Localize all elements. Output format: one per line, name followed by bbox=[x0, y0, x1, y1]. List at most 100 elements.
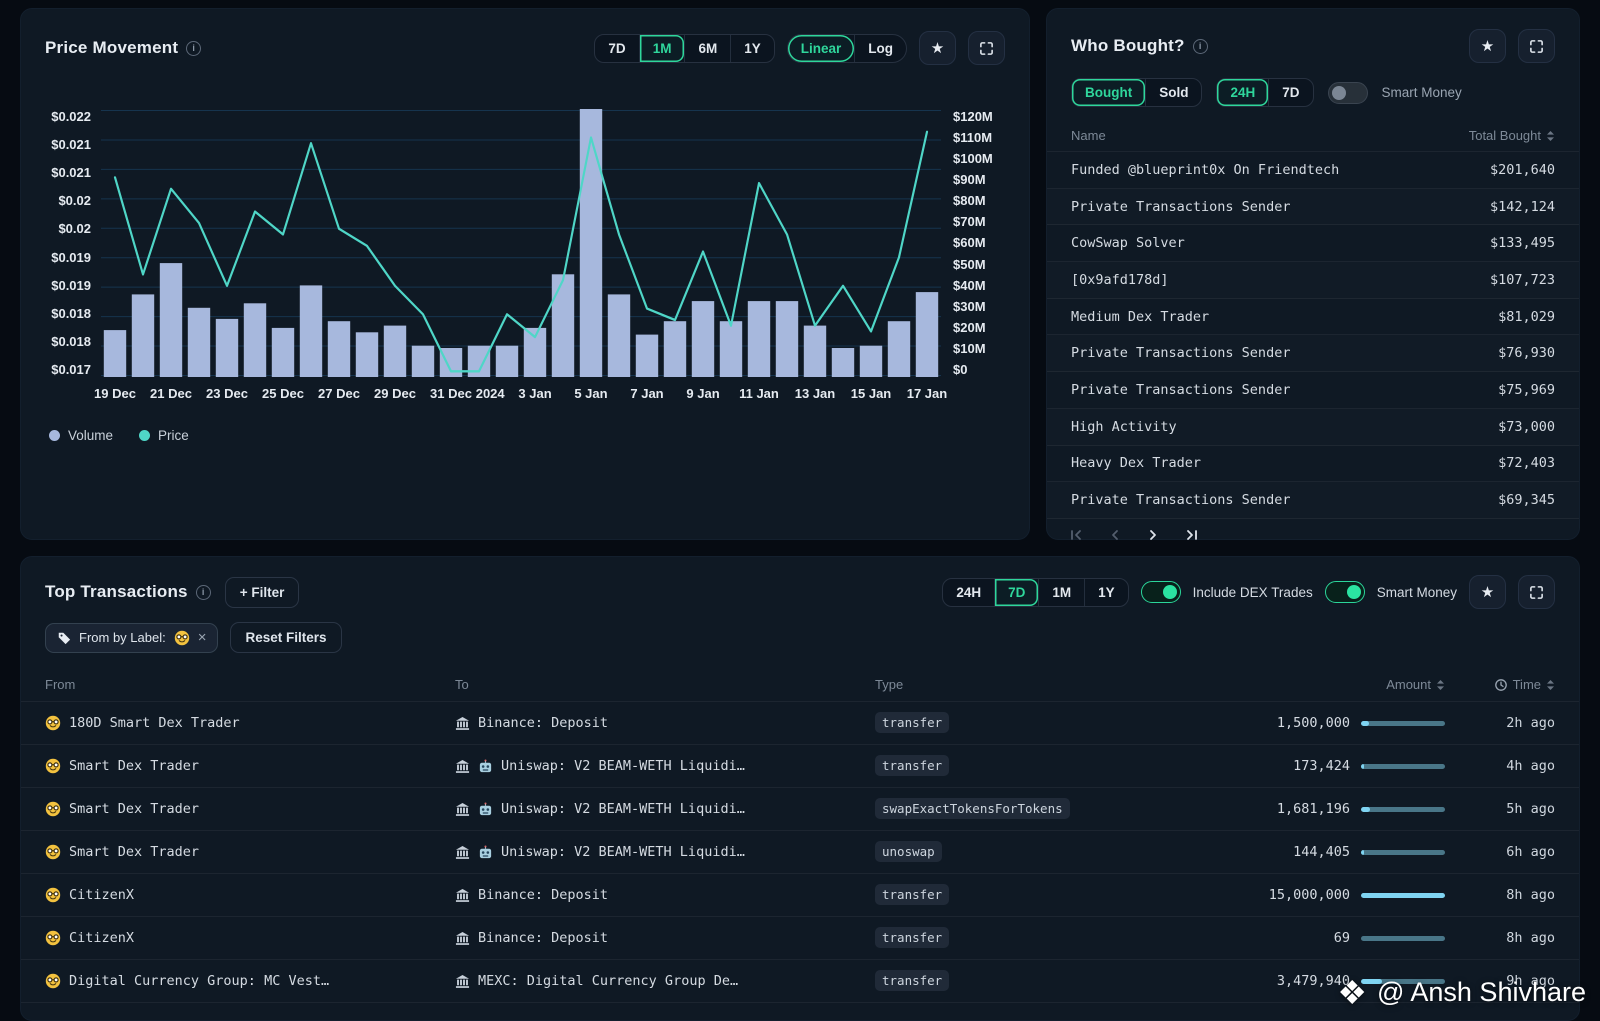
from-cell: Digital Currency Group: MC Vest… bbox=[45, 973, 455, 989]
from-cell: CitizenX bbox=[45, 930, 455, 946]
scale-log[interactable]: Log bbox=[854, 35, 906, 62]
favorite-button[interactable]: ★ bbox=[919, 31, 956, 65]
transaction-row[interactable]: Digital Currency Group: MC Vest…MEXC: Di… bbox=[21, 960, 1579, 1003]
column-amount[interactable]: Amount bbox=[1386, 677, 1445, 692]
add-filter-button[interactable]: + Filter bbox=[225, 577, 300, 608]
range-1y[interactable]: 1Y bbox=[730, 35, 774, 62]
from-label: CitizenX bbox=[69, 930, 134, 946]
star-icon: ★ bbox=[931, 39, 944, 57]
amount-cell: 173,424 bbox=[1180, 758, 1445, 774]
volume-tick-label: $20M bbox=[953, 320, 986, 335]
who-bought-title: Who Bought? bbox=[1071, 36, 1185, 56]
to-label: Uniswap: V2 BEAM-WETH Liquidi… bbox=[501, 758, 745, 774]
volume-bar bbox=[608, 294, 630, 377]
from-by-label-filter-chip[interactable]: From by Label: × bbox=[45, 623, 218, 653]
fullscreen-button[interactable] bbox=[1518, 29, 1555, 63]
transaction-row[interactable]: CitizenXBinance: Deposittransfer698h ago bbox=[21, 917, 1579, 960]
price-movement-header: Price Movement i 7D1M6M1Y LinearLog ★ bbox=[45, 31, 1005, 65]
who-bought-row[interactable]: Private Transactions Sender$69,345 bbox=[1047, 482, 1579, 519]
favorite-button[interactable]: ★ bbox=[1469, 575, 1506, 609]
include-dex-trades-toggle[interactable] bbox=[1141, 581, 1181, 603]
amount-cell: 144,405 bbox=[1180, 844, 1445, 860]
sort-icon bbox=[1436, 679, 1445, 691]
robot-icon bbox=[478, 759, 493, 774]
next-page-button[interactable] bbox=[1146, 528, 1160, 542]
tx-range-24h[interactable]: 24H bbox=[943, 579, 994, 606]
tx-range-1m[interactable]: 1M bbox=[1038, 579, 1084, 606]
tx-range-1y[interactable]: 1Y bbox=[1084, 579, 1128, 606]
smart-money-toggle[interactable] bbox=[1325, 581, 1365, 603]
who-bought-table-header: Name Total Bought bbox=[1047, 120, 1579, 152]
tx-range-7d[interactable]: 7D bbox=[994, 579, 1038, 606]
volume-bar bbox=[440, 348, 462, 377]
info-icon[interactable]: i bbox=[196, 585, 211, 600]
to-label: Binance: Deposit bbox=[478, 930, 608, 946]
volume-tick-label: $40M bbox=[953, 278, 986, 293]
type-badge: transfer bbox=[875, 755, 949, 776]
who-bought-row[interactable]: Private Transactions Sender$142,124 bbox=[1047, 189, 1579, 226]
from-label: Smart Dex Trader bbox=[69, 801, 199, 817]
who-bought-row[interactable]: Private Transactions Sender$76,930 bbox=[1047, 335, 1579, 372]
fullscreen-button[interactable] bbox=[1518, 575, 1555, 609]
fullscreen-button[interactable] bbox=[968, 31, 1005, 65]
transaction-row[interactable]: Smart Dex TraderUniswap: V2 BEAM-WETH Li… bbox=[21, 831, 1579, 874]
chart-canvas bbox=[101, 109, 941, 377]
to-cell: Binance: Deposit bbox=[455, 715, 875, 731]
reset-filters-button[interactable]: Reset Filters bbox=[230, 622, 341, 653]
smart-money-face-icon bbox=[45, 973, 61, 989]
remove-filter-icon[interactable]: × bbox=[198, 630, 207, 645]
amount-bar-fill bbox=[1361, 764, 1364, 769]
volume-tick-label: $110M bbox=[953, 130, 992, 145]
last-page-button[interactable] bbox=[1184, 528, 1199, 542]
column-time[interactable]: Time bbox=[1494, 677, 1555, 692]
legend-price[interactable]: Price bbox=[139, 428, 189, 443]
transaction-row[interactable]: Smart Dex TraderUniswap: V2 BEAM-WETH Li… bbox=[21, 745, 1579, 788]
smart-money-toggle[interactable] bbox=[1328, 82, 1368, 104]
total-bought-value: $76,930 bbox=[1498, 345, 1555, 361]
amount-value: 1,500,000 bbox=[1277, 715, 1350, 731]
volume-bar bbox=[384, 326, 406, 377]
range-1m[interactable]: 1M bbox=[639, 35, 685, 62]
transaction-row[interactable]: Smart Dex TraderUniswap: V2 BEAM-WETH Li… bbox=[21, 788, 1579, 831]
total-bought-value: $142,124 bbox=[1490, 199, 1555, 215]
date-tick-label: 3 Jan bbox=[518, 386, 551, 401]
who-bought-row[interactable]: [0x9afd178d]$107,723 bbox=[1047, 262, 1579, 299]
top-transactions-panel: Top Transactions i + Filter 24H7D1M1Y In… bbox=[20, 556, 1580, 1021]
range-6m[interactable]: 6M bbox=[684, 35, 730, 62]
prev-page-button[interactable] bbox=[1108, 528, 1122, 542]
transactions-range-segment: 24H7D1M1Y bbox=[942, 578, 1128, 607]
wb-range-7d[interactable]: 7D bbox=[1268, 79, 1312, 106]
range-7d[interactable]: 7D bbox=[595, 35, 638, 62]
bought-sold-segment: BoughtSold bbox=[1071, 78, 1202, 107]
scale-linear[interactable]: Linear bbox=[788, 35, 855, 62]
who-bought-panel: Who Bought? i ★ BoughtSold 24H7D bbox=[1046, 8, 1580, 540]
column-total-bought[interactable]: Total Bought bbox=[1469, 128, 1555, 143]
info-icon[interactable]: i bbox=[186, 41, 201, 56]
side-sold[interactable]: Sold bbox=[1145, 79, 1201, 106]
first-page-button[interactable] bbox=[1069, 528, 1084, 542]
who-bought-rows: Funded @blueprint0x On Friendtech$201,64… bbox=[1047, 152, 1579, 519]
who-bought-row[interactable]: Heavy Dex Trader$72,403 bbox=[1047, 446, 1579, 483]
from-cell: Smart Dex Trader bbox=[45, 801, 455, 817]
who-bought-row[interactable]: Medium Dex Trader$81,029 bbox=[1047, 299, 1579, 336]
fullscreen-icon bbox=[979, 41, 994, 56]
transaction-row[interactable]: CitizenXBinance: Deposittransfer15,000,0… bbox=[21, 874, 1579, 917]
volume-bar bbox=[636, 335, 658, 377]
date-tick-label: 25 Dec bbox=[262, 386, 304, 401]
from-label: Digital Currency Group: MC Vest… bbox=[69, 973, 329, 989]
price-movement-title: Price Movement bbox=[45, 38, 178, 58]
info-icon[interactable]: i bbox=[1193, 39, 1208, 54]
who-bought-row[interactable]: Private Transactions Sender$75,969 bbox=[1047, 372, 1579, 409]
who-bought-row[interactable]: High Activity$73,000 bbox=[1047, 409, 1579, 446]
volume-bar bbox=[132, 294, 154, 377]
legend-volume[interactable]: Volume bbox=[49, 428, 113, 443]
favorite-button[interactable]: ★ bbox=[1469, 29, 1506, 63]
who-bought-row[interactable]: Funded @blueprint0x On Friendtech$201,64… bbox=[1047, 152, 1579, 189]
transaction-row[interactable]: 180D Smart Dex TraderBinance: Deposittra… bbox=[21, 702, 1579, 745]
who-bought-row[interactable]: CowSwap Solver$133,495 bbox=[1047, 225, 1579, 262]
side-bought[interactable]: Bought bbox=[1072, 79, 1145, 106]
price-scale-segment: LinearLog bbox=[787, 34, 907, 63]
fullscreen-icon bbox=[1529, 585, 1544, 600]
tag-icon bbox=[57, 631, 71, 645]
wb-range-24h[interactable]: 24H bbox=[1217, 79, 1268, 106]
